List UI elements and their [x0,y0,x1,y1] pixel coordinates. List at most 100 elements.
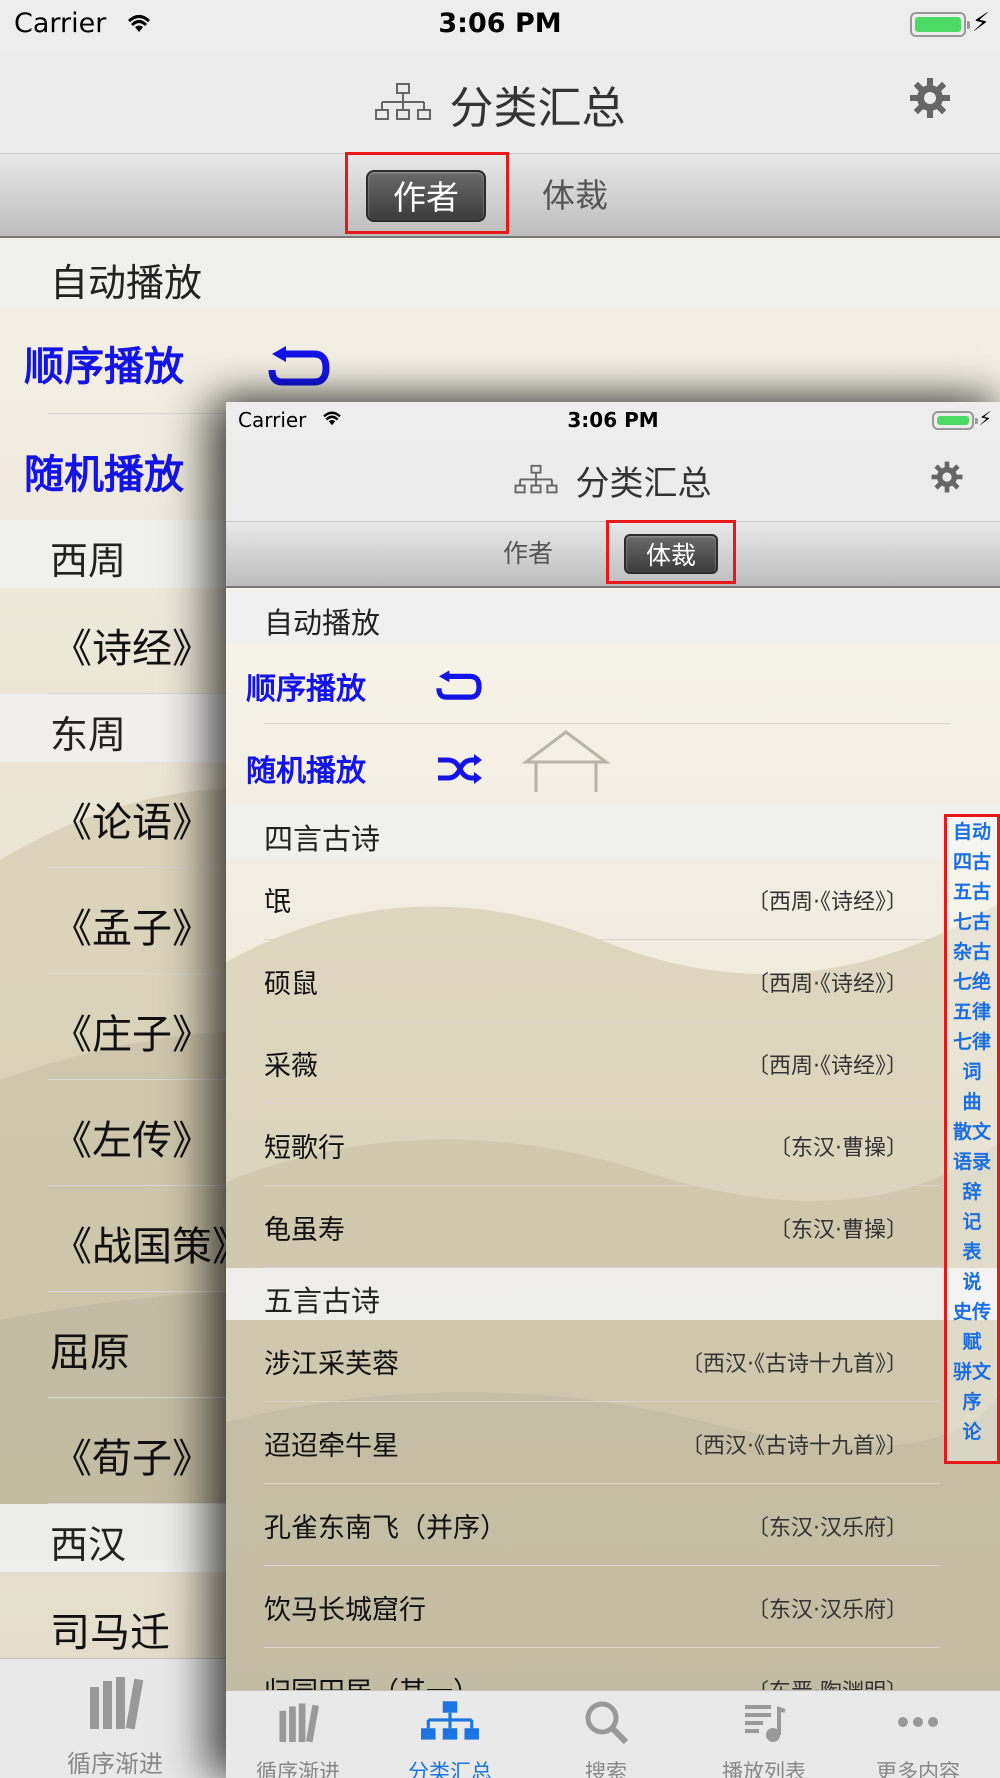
gear-icon[interactable] [908,76,952,120]
author-label: 《荀子》 [52,1436,212,1482]
section-title: 五言古诗 [264,1284,381,1318]
index-item[interactable]: 记 [947,1207,997,1237]
tab-more[interactable]: 更多内容 [866,1699,970,1778]
playlist-icon [745,1705,786,1742]
index-item[interactable]: 赋 [947,1327,997,1357]
index-item[interactable]: 史传 [947,1297,997,1327]
poem-source: 〔西汉·《古诗十九首》〕 [681,1352,908,1377]
index-item[interactable]: 散文 [947,1117,997,1147]
hierarchy-icon [375,83,432,120]
author-label: 《论语》 [52,800,212,846]
tab-bar: 循序渐进 分类汇总 搜索 播放列表 更多内容 [226,1690,1000,1778]
poem-row[interactable]: 短歌行 〔东汉·曹操〕 [264,1104,940,1186]
repeat-icon [268,346,330,386]
poem-title: 孔雀东南飞（并序） [264,1513,507,1544]
random-play-label: 随机播放 [24,452,184,498]
author-label: 《庄子》 [52,1012,212,1058]
books-icon [90,1677,144,1730]
index-item[interactable]: 词 [947,1057,997,1087]
index-item[interactable]: 语录 [947,1147,997,1177]
sequential-play-row[interactable]: 顺序播放 [0,310,1000,414]
author-label: 《孟子》 [52,906,212,952]
section-title: 东周 [50,713,127,757]
section-title: 西汉 [50,1523,127,1567]
index-item[interactable]: 表 [947,1237,997,1267]
gear-icon[interactable] [930,460,964,494]
index-item[interactable]: 杂古 [947,937,997,967]
index-item[interactable]: 骈文 [947,1357,997,1387]
nav-bar: 分类汇总 [0,50,1000,154]
tab-label: 搜索 [585,1760,627,1778]
poem-title: 氓 [264,887,291,918]
poem-row[interactable]: 龟虽寿 〔东汉·曹操〕 [264,1186,940,1268]
battery-icon [932,411,978,430]
charging-icon: ⚡ [978,408,992,430]
poem-title: 龟虽寿 [264,1215,345,1246]
tab-playlist[interactable]: 播放列表 [712,1699,816,1778]
section-header: 四言古诗 [226,806,1000,858]
poem-row[interactable]: 涉江采芙蓉 〔西汉·《古诗十九首》〕 [264,1320,940,1402]
author-label: 《诗经》 [52,626,212,672]
repeat-icon [436,670,482,700]
section-title: 四言古诗 [264,822,381,856]
index-item[interactable]: 序 [947,1387,997,1417]
poem-row[interactable]: 氓 〔西周·《诗经》〕 [264,858,940,940]
poem-row[interactable]: 饮马长城窟行 〔东汉·汉乐府〕 [264,1566,940,1648]
sequential-play-label: 顺序播放 [24,344,184,390]
poem-title: 迢迢牵牛星 [264,1431,399,1462]
random-play-row[interactable]: 随机播放 [226,724,1000,806]
poem-title: 硕鼠 [264,969,318,1000]
status-bar: Carrier 3:06 PM ⚡ [0,0,1000,50]
poem-row[interactable]: 迢迢牵牛星 〔西汉·《古诗十九首》〕 [264,1402,940,1484]
index-item[interactable]: 五古 [947,877,997,907]
random-play-label: 随机播放 [246,754,366,789]
author-label: 《战国策》 [52,1224,252,1270]
poem-source: 〔东汉·汉乐府〕 [747,1598,908,1623]
page-title: 分类汇总 [575,464,712,504]
segment-author[interactable]: 作者 [488,534,568,574]
more-icon [898,1717,938,1727]
author-label: 司马迁 [50,1610,170,1656]
index-item[interactable]: 七律 [947,1027,997,1057]
index-item[interactable]: 曲 [947,1087,997,1117]
tab-label: 循序渐进 [256,1760,340,1778]
index-item[interactable]: 辞 [947,1177,997,1207]
index-item[interactable]: 说 [947,1267,997,1297]
battery-icon [910,12,970,37]
nav-bar: 分类汇总 [226,440,1000,522]
poem-source: 〔东汉·汉乐府〕 [747,1516,908,1541]
index-item[interactable]: 七绝 [947,967,997,997]
section-header: 自动播放 [0,240,1000,308]
index-item[interactable]: 五律 [947,997,997,1027]
index-item[interactable]: 四古 [947,847,997,877]
poem-source: 〔东汉·曹操〕 [769,1218,908,1243]
poem-title: 短歌行 [264,1133,345,1164]
status-bar: Carrier 3:06 PM ⚡ [226,402,1000,440]
segment-bar: 作者 体裁 [0,152,1000,238]
poem-row[interactable]: 采薇 〔西周·《诗经》〕 [264,1022,940,1104]
tab-sequential[interactable]: 循序渐进 [246,1699,350,1778]
index-item[interactable]: 七古 [947,907,997,937]
index-item[interactable]: 自动 [947,817,997,847]
poem-row[interactable]: 孔雀东南飞（并序） 〔东汉·汉乐府〕 [264,1484,940,1566]
poem-title: 采薇 [264,1051,318,1082]
sequential-play-row[interactable]: 顺序播放 [226,642,1000,724]
index-item[interactable]: 论 [947,1417,997,1447]
author-label: 屈原 [50,1330,130,1376]
section-index-bar[interactable]: 自动 四古 五古 七古 杂古 七绝 五律 七律词曲散文 语录辞记表说史传赋骈文序论 [944,814,1000,1464]
tab-sequential[interactable]: 循序渐进 [50,1671,180,1778]
poem-row[interactable]: 硕鼠 〔西周·《诗经》〕 [264,940,940,1022]
tab-sequential-label: 循序渐进 [67,1750,163,1778]
poem-source: 〔东汉·曹操〕 [769,1136,908,1161]
section-header: 自动播放 [226,590,1000,642]
foreground-screen: Carrier 3:06 PM ⚡ 分类汇总 作者 体裁 自动播放 顺序播放 随… [226,402,1000,1778]
section-header: 五言古诗 [226,1268,1000,1320]
highlight-box [345,152,509,234]
segment-bar: 作者 体裁 [226,520,1000,588]
tab-search[interactable]: 搜索 [554,1699,658,1778]
section-title: 自动播放 [264,606,381,640]
segment-genre[interactable]: 体裁 [520,170,630,222]
search-icon [585,1701,629,1745]
tab-label: 分类汇总 [408,1760,492,1778]
tab-categories[interactable]: 分类汇总 [398,1699,502,1778]
